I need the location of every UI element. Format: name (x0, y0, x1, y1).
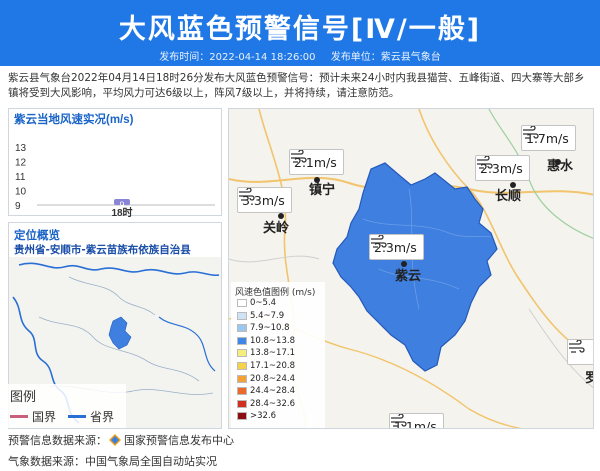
national-border-swatch (10, 415, 28, 418)
warning-description: 紫云县气象台2022年04月14日18时26分发布大风蓝色预警信号：预计未来24… (8, 72, 585, 99)
province-border-swatch (68, 415, 86, 418)
wind-legend-label: 13.8~17.1 (250, 348, 295, 359)
overview-title: 定位概览 (14, 228, 60, 242)
warning-meta: 发布时间：2022-04-14 18:26:00 发布单位：紫云县气象台 (0, 48, 600, 63)
wind-icon (569, 340, 585, 353)
wind-legend-row: 28.4~32.6 (237, 399, 295, 409)
wind-speed-panel: 紫云当地风速实况(m/s) 13 12 11 10 9 9 18时 (8, 108, 222, 217)
wind-legend-row: 17.1~20.8 (237, 361, 295, 371)
city-label-zhenning: 镇宁 (309, 183, 336, 198)
wind-legend-row: 13.8~17.1 (237, 348, 295, 358)
wind-icon (523, 126, 539, 139)
warning-center-logo-icon (109, 434, 121, 446)
y-tick-label: 10 (15, 187, 27, 198)
wind-station[interactable]: 2.3m/s (475, 155, 530, 181)
wind-station[interactable] (567, 339, 593, 365)
wind-legend-label: 28.4~32.6 (250, 398, 295, 409)
wind-legend-swatch (237, 412, 247, 421)
wind-legend-row: 0~5.4 (237, 298, 276, 308)
county-border (68, 276, 156, 316)
wind-legend-swatch (237, 362, 247, 370)
road (229, 255, 320, 263)
province-border (158, 316, 216, 372)
boundary-legend-title: 图例 (10, 390, 37, 405)
wind-legend-label: 17.1~20.8 (250, 361, 295, 371)
wind-station[interactable]: 2.3m/s (369, 234, 424, 260)
wind-icon (371, 235, 387, 248)
wind-legend-row: 10.8~13.8 (237, 336, 295, 346)
wind-icon (239, 188, 255, 201)
wind-color-legend: 风速色值图例 (m/s) 0~5.4 5.4~7.9 7.9~10.8 10.8~13… (231, 282, 325, 428)
publisher: 发布单位：紫云县气象台 (330, 52, 441, 63)
x-tick-label: 18时 (111, 206, 132, 217)
wind-legend-swatch (237, 299, 247, 307)
y-tick-label: 9 (15, 201, 21, 212)
highlighted-county (108, 316, 132, 350)
wind-station[interactable]: 1.7m/s (521, 125, 576, 151)
wind-legend-row: 24.4~28.4 (237, 386, 295, 396)
overview-region: 贵州省-安顺市-紫云苗族布依族自治县 (14, 244, 191, 256)
warning-title: 大风蓝色预警信号[Ⅳ/一般] (118, 14, 482, 45)
wind-station[interactable]: 3.3m/s (237, 187, 292, 213)
wind-legend-label: 0~5.4 (250, 298, 277, 308)
wind-legend-swatch (237, 349, 247, 358)
wind-legend-row: 7.9~10.8 (237, 323, 290, 333)
y-tick-label: 12 (15, 158, 27, 169)
wind-station[interactable]: 2.1m/s (289, 149, 344, 175)
wind-legend-label: 7.9~10.8 (250, 323, 290, 334)
warning-source-label: 预警信息数据来源： (8, 434, 107, 447)
warning-source-name[interactable]: 国家预警信息发布中心 (124, 432, 234, 448)
boundary-legend: 图例 国界 省界 (6, 384, 126, 428)
wind-icon (291, 150, 307, 163)
city-label-huishui: 惠水 (547, 159, 574, 174)
wind-legend-swatch (237, 387, 247, 396)
wind-legend-swatch (237, 311, 247, 320)
city-label-ziyun: 紫云 (395, 269, 422, 284)
weather-source: 气象数据来源：中国气象局全国自动站实况 (8, 453, 217, 469)
wind-icon (391, 414, 407, 427)
warning-header: 大风蓝色预警信号[Ⅳ/一般] 发布时间：2022-04-14 18:26:00 … (0, 0, 600, 66)
wind-station[interactable]: 1.1m/s (389, 413, 444, 428)
wind-icon (477, 156, 493, 169)
legend-item-national: 国界 (10, 408, 56, 425)
legend-label-province: 省界 (90, 410, 115, 424)
province-border (18, 262, 220, 277)
wind-legend-row: >32.6 (237, 411, 276, 421)
city-label-changshun: 长顺 (495, 189, 522, 204)
legend-label-national: 国界 (32, 410, 57, 424)
wind-legend-swatch (237, 399, 247, 408)
legend-item-province: 省界 (68, 408, 114, 425)
wind-legend-label: 24.4~28.4 (250, 386, 295, 397)
wind-speed-chart: 紫云当地风速实况(m/s) 131211109 918时 (14, 112, 215, 217)
y-tick-label: 13 (15, 143, 27, 154)
wind-legend-label: 20.8~24.4 (250, 373, 295, 384)
weather-source-text: 气象数据来源：中国气象局全国自动站实况 (8, 455, 217, 468)
wind-legend-row: 5.4~7.9 (237, 311, 284, 321)
wind-legend-label: 10.8~13.8 (250, 335, 295, 346)
wind-legend-swatch (237, 324, 247, 333)
warning-source: 预警信息数据来源： 国家预警信息发布中心 (8, 432, 234, 448)
city-label-luodian: 罗 (585, 367, 593, 386)
wind-panel-title: 紫云当地风速实况(m/s) (14, 112, 134, 126)
wind-legend-label: 5.4~7.9 (250, 310, 285, 321)
publish-time: 发布时间：2022-04-14 18:26:00 (159, 52, 316, 63)
wind-legend-swatch (237, 336, 247, 345)
city-label-guanling: 关岭 (263, 221, 290, 236)
wind-legend-swatch (237, 374, 247, 383)
wind-legend-row: 20.8~24.4 (237, 374, 295, 384)
wind-legend-label: >32.6 (250, 411, 277, 422)
y-tick-label: 11 (15, 172, 26, 183)
wind-legend-title: 风速色值图例 (m/s) (235, 288, 316, 298)
